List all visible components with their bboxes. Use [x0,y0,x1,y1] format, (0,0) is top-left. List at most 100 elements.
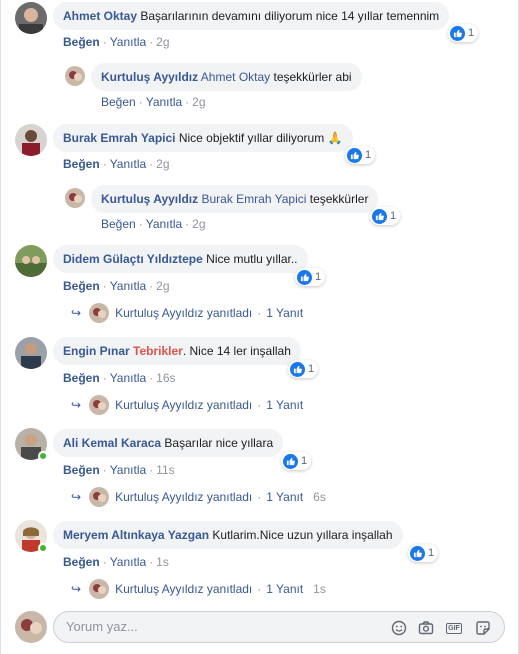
reply-time[interactable]: 2g [192,217,205,231]
reply-summary-name[interactable]: Kurtuluş Ayyıldız yanıtladı [115,582,252,596]
reply-mention[interactable]: Ahmet Oktay [201,70,270,84]
like-button[interactable]: Beğen [63,157,100,171]
online-status-icon [38,543,48,553]
comment-time[interactable]: 16s [156,371,175,385]
thumbs-up-icon [283,453,298,469]
reaction-count-text: 1 [308,363,315,375]
reply-summary[interactable]: ↪ Kurtuluş Ayyıldız yanıtladı · 1 Yanıt [71,395,313,415]
comment-composer[interactable]: GIF [53,611,505,643]
like-button[interactable]: Beğen [63,555,100,569]
reaction-count[interactable]: 1 [345,146,376,164]
reply-arrow-icon: ↪ [71,582,82,596]
reply-button[interactable]: Yanıtla [110,279,146,293]
like-button[interactable]: Beğen [63,371,100,385]
reply-text: teşekkürler abi [273,70,352,84]
like-button[interactable]: Beğen [101,217,136,231]
like-button[interactable]: Beğen [63,35,100,49]
comment-actions: Beğen · Yanıtla · 16s [63,371,176,385]
reaction-count[interactable]: 1 [295,268,326,286]
reply-count[interactable]: 1 Yanıt [266,490,303,504]
reaction-count[interactable]: 1 [448,24,479,42]
comment-author[interactable]: Didem Gülaçtı Yıldıztepe [63,252,203,266]
comment-actions: Beğen · Yanıtla · 2g [63,279,170,293]
reply-summary-name[interactable]: Kurtuluş Ayyıldız yanıtladı [115,306,252,320]
comment-time[interactable]: 11s [156,463,174,477]
thumbs-up-icon [290,361,305,377]
avatar[interactable] [15,245,47,277]
reply-summary[interactable]: ↪ Kurtuluş Ayyıldız yanıtladı · 1 Yanıt 6s [71,487,326,507]
reply-author[interactable]: Kurtuluş Ayyıldız [101,192,198,206]
like-button[interactable]: Beğen [63,463,100,477]
comment-text: Başarılar nice yıllara [164,436,274,450]
reply-actions: Beğen · Yanıtla · 2g [101,217,206,231]
comment-bubble: Ali Kemal Karaca Başarılar nice yıllara [53,429,284,457]
avatar[interactable] [65,188,85,208]
avatar[interactable] [15,124,47,156]
reaction-count-text: 1 [468,27,475,39]
reaction-count[interactable]: 1 [370,207,401,225]
comment-time[interactable]: 2g [156,279,169,293]
reply-button[interactable]: Yanıtla [146,217,182,231]
reaction-count[interactable]: 1 [408,544,439,562]
gif-icon[interactable]: GIF [445,619,463,637]
like-button[interactable]: Beğen [101,95,136,109]
reaction-count[interactable]: 1 [288,360,319,378]
comment-text: . Nice 14 ler inşallah [182,344,291,358]
reply-bubble: Kurtuluş Ayyıldız Burak Emrah Yapici teş… [91,185,379,213]
reply-button[interactable]: Yanıtla [110,555,146,569]
reaction-count-text: 1 [301,455,308,467]
comment-author[interactable]: Engin Pınar [63,344,130,358]
comment-actions: Beğen · Yanıtla · 11s [63,463,175,477]
reply-button[interactable]: Yanıtla [110,35,146,49]
comment-time[interactable]: 1s [156,555,169,569]
comment-actions: Beğen · Yanıtla · 2g [63,157,170,171]
comment-time[interactable]: 2g [156,157,169,171]
comment-author[interactable]: Meryem Altınkaya Yazgan [63,528,209,542]
reply-button[interactable]: Yanıtla [110,463,146,477]
comment-bubble: Burak Emrah Yapici Nice objektif yıllar … [53,124,353,152]
reaction-count-text: 1 [315,271,322,283]
comment-author[interactable]: Ahmet Oktay [63,9,137,23]
avatar[interactable] [15,337,47,369]
reply-time[interactable]: 2g [192,95,205,109]
reply-count[interactable]: 1 Yanıt [266,306,303,320]
reply-summary-time: 1s [313,582,326,596]
avatar [89,579,110,599]
reply-summary-name[interactable]: Kurtuluş Ayyıldız yanıtladı [115,398,252,412]
reply-summary[interactable]: ↪ Kurtuluş Ayyıldız yanıtladı · 1 Yanıt [71,303,313,323]
avatar[interactable] [15,2,47,34]
reply-author[interactable]: Kurtuluş Ayyıldız [101,70,198,84]
comment-actions: Beğen · Yanıtla · 1s [63,555,169,569]
sticker-icon[interactable] [474,619,492,637]
comment-bubble: Engin Pınar Tebrikler. Nice 14 ler inşal… [53,337,301,365]
like-button[interactable]: Beğen [63,279,100,293]
reply-arrow-icon: ↪ [71,490,82,504]
reply-count[interactable]: 1 Yanıt [266,398,303,412]
reaction-count-text: 1 [428,547,435,559]
comment-time[interactable]: 2g [156,35,169,49]
comment-input[interactable] [66,619,366,634]
comment-highlight: Tebrikler [133,344,183,358]
comment-bubble: Meryem Altınkaya Yazgan Kutlarim.Nice uz… [53,521,403,549]
reply-button[interactable]: Yanıtla [110,157,146,171]
reply-button[interactable]: Yanıtla [110,371,146,385]
camera-icon[interactable] [417,619,435,637]
reply-summary-name[interactable]: Kurtuluş Ayyıldız yanıtladı [115,490,252,504]
reply-arrow-icon: ↪ [71,306,82,320]
comment-bubble: Ahmet Oktay Başarılarının devamını diliy… [53,2,450,30]
reply-count[interactable]: 1 Yanıt [266,582,303,596]
reply-summary[interactable]: ↪ Kurtuluş Ayyıldız yanıtladı · 1 Yanıt 1s [71,579,326,599]
comment-author[interactable]: Ali Kemal Karaca [63,436,161,450]
comment-author[interactable]: Burak Emrah Yapici [63,131,176,145]
comment-text: Nice objektif yıllar diliyorum 🙏 [178,131,343,145]
reaction-count-text: 1 [365,149,372,161]
emoji-icon[interactable] [390,619,408,637]
reaction-count[interactable]: 1 [281,452,312,470]
thumbs-up-icon [410,545,425,561]
avatar[interactable] [65,66,85,86]
reply-mention[interactable]: Burak Emrah Yapici [201,192,306,206]
reaction-count-text: 1 [390,210,397,222]
current-user-avatar [15,611,47,643]
reply-text: teşekkürler [309,192,369,206]
reply-button[interactable]: Yanıtla [146,95,182,109]
